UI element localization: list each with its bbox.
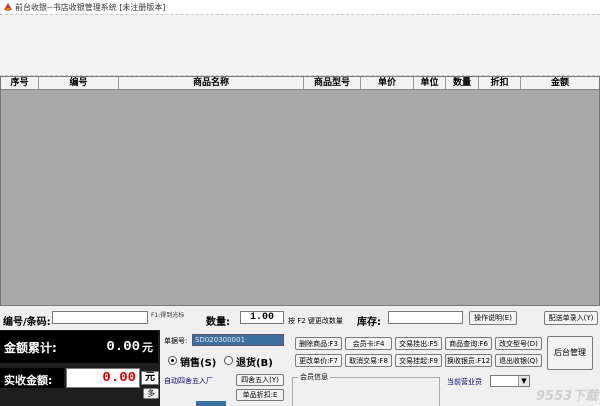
exit-cashier-button[interactable]: 退出收银(Q) xyxy=(495,354,542,367)
item-query-button[interactable]: 商品查询:F6 xyxy=(445,337,492,350)
col-price[interactable]: 单价 xyxy=(361,77,414,89)
change-price-button[interactable]: 更改单价:F7 xyxy=(295,354,342,367)
col-discount[interactable]: 折扣 xyxy=(479,77,521,89)
col-amount[interactable]: 金额 xyxy=(521,77,599,89)
code-input[interactable] xyxy=(52,311,148,324)
chevron-down-icon: ▼ xyxy=(518,376,529,386)
more-button[interactable]: 多 xyxy=(143,388,159,399)
qty-input[interactable]: 1.00 xyxy=(240,311,284,324)
order-number-field: SD020300001 xyxy=(192,334,284,346)
toolbar-area xyxy=(0,14,600,76)
f2-hint: 按 F2 键更改数量 xyxy=(288,317,343,325)
delivery-entry-button[interactable]: 配送单录入(Y) xyxy=(544,311,598,325)
current-clerk-label: 当前营业员 xyxy=(447,378,482,386)
f1-hint: F1:得到光标 xyxy=(151,312,185,319)
received-unit: 元 xyxy=(141,371,159,385)
received-label: 实收金额: xyxy=(4,374,53,387)
change-cashier-button[interactable]: 换收银员:F12 xyxy=(445,354,492,367)
auto-round-label[interactable]: 自动四舍五入厂 xyxy=(164,376,213,386)
return-label[interactable]: 退货(B) xyxy=(236,354,273,369)
col-qty[interactable]: 数量 xyxy=(446,77,479,89)
order-number-label: 单据号: xyxy=(164,337,188,345)
round-button[interactable]: 四舍五入(Y) xyxy=(236,374,284,386)
col-model[interactable]: 商品型号 xyxy=(304,77,361,89)
watermark: 9553下载 xyxy=(536,389,599,404)
received-input[interactable]: 0.00 xyxy=(66,368,140,388)
single-discount-button[interactable]: 单品折扣:E xyxy=(236,389,284,401)
window-title: 前台收银--书店收银管理系统 [未注册版本] xyxy=(15,3,166,12)
member-group-label: 会员信息 xyxy=(298,372,330,382)
member-card-button[interactable]: 会员卡:F4 xyxy=(345,337,392,350)
stock-label: 库存: xyxy=(357,317,381,328)
hang-up-button[interactable]: 交易挂起:F9 xyxy=(395,354,442,367)
grid-header: 序号 编号 商品名称 商品型号 单价 单位 数量 折扣 金额 xyxy=(1,77,599,90)
status-strip xyxy=(196,401,226,406)
backend-button[interactable]: 后台管理 xyxy=(547,336,593,370)
col-index[interactable]: 序号 xyxy=(1,77,39,89)
return-radio[interactable] xyxy=(224,356,233,365)
sale-radio[interactable] xyxy=(168,356,177,365)
code-label: 编号/条码: xyxy=(3,317,51,328)
sum-unit: 元 xyxy=(142,341,153,354)
col-name[interactable]: 商品名称 xyxy=(119,77,304,89)
app-icon xyxy=(3,2,13,12)
change-model-button[interactable]: 改交型号(D) xyxy=(495,337,542,350)
hang-out-button[interactable]: 交易挂出:F5 xyxy=(395,337,442,350)
delete-item-button[interactable]: 删除商品:F3 xyxy=(295,337,342,350)
sale-label[interactable]: 销售(S) xyxy=(180,354,216,369)
stock-field xyxy=(388,311,463,324)
col-code[interactable]: 编号 xyxy=(39,77,119,89)
col-unit[interactable]: 单位 xyxy=(414,77,446,89)
qty-label: 数量: xyxy=(206,317,230,328)
sum-label: 金额累计: xyxy=(4,341,57,355)
sum-value: 0.00 xyxy=(106,339,140,355)
help-button[interactable]: 操作说明(E) xyxy=(469,311,517,325)
cancel-transaction-button[interactable]: 取消交易:F8 xyxy=(345,354,392,367)
clerk-select[interactable]: ▼ xyxy=(490,375,530,387)
item-grid[interactable]: 序号 编号 商品名称 商品型号 单价 单位 数量 折扣 金额 xyxy=(0,76,600,306)
